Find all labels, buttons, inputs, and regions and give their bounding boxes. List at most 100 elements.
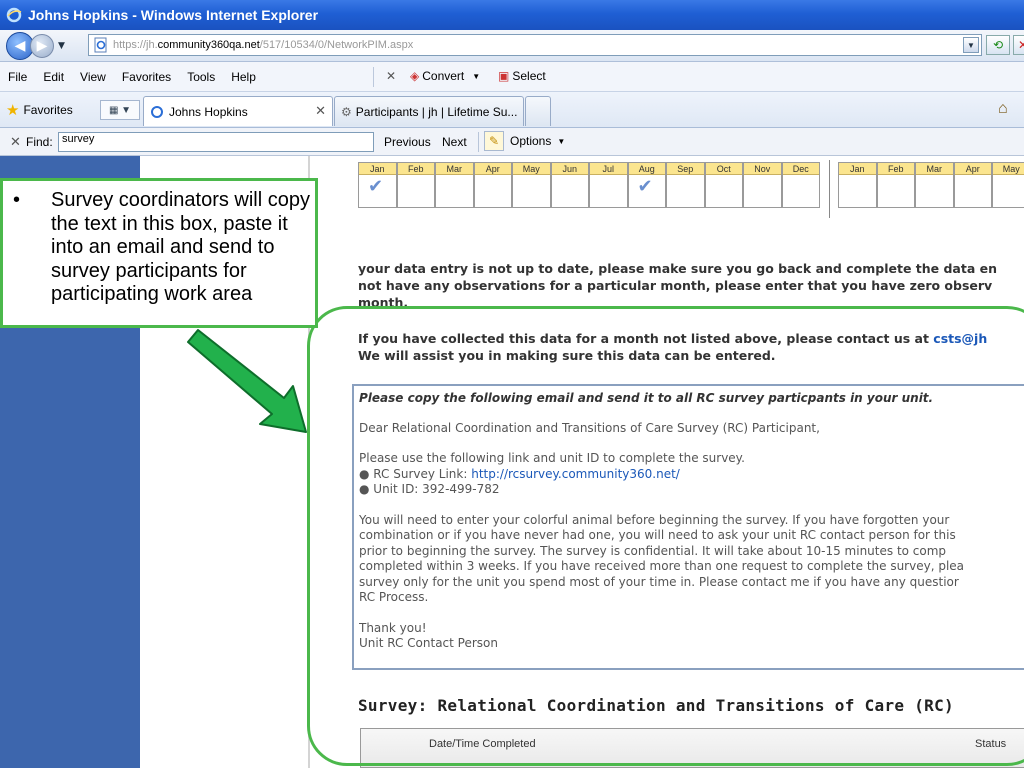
month-label: Nov: [744, 163, 781, 175]
find-previous-button[interactable]: Previous: [384, 135, 431, 149]
email-body-3: prior to beginning the survey. The surve…: [359, 543, 947, 558]
year1-month-cell[interactable]: Oct: [704, 162, 743, 208]
year1-month-cell[interactable]: Sep: [666, 162, 705, 208]
month-label: Jan: [359, 163, 396, 175]
month-label: Jun: [551, 163, 588, 175]
new-tab-button[interactable]: [525, 96, 551, 126]
email-intro: Please use the following link and unit I…: [359, 451, 745, 465]
favorites-label: Favorites: [23, 103, 73, 117]
menu-edit[interactable]: Edit: [35, 70, 72, 84]
annotation-callout: • Survey coordinators will copy the text…: [0, 178, 318, 328]
email-body-5: survey only for the unit you spend most …: [359, 574, 959, 589]
contact-email-link[interactable]: csts@jh: [933, 331, 987, 346]
gear-icon: ⚙: [341, 104, 352, 119]
year1-month-cell[interactable]: Jan ✔: [358, 162, 397, 208]
survey-link[interactable]: http://rcsurvey.community360.net/: [471, 467, 680, 481]
star-icon: ★: [6, 102, 20, 119]
menu-view[interactable]: View: [72, 70, 114, 84]
menu-separator: [373, 67, 374, 87]
year2-month-cell[interactable]: Apr: [953, 162, 992, 208]
year1-month-cell[interactable]: Nov: [743, 162, 782, 208]
year2-month-cell[interactable]: May: [992, 162, 1024, 208]
menu-file[interactable]: File: [0, 70, 35, 84]
find-next-button[interactable]: Next: [442, 135, 467, 149]
tab-label: Participants | jh | Lifetime Su...: [355, 104, 518, 119]
close-toolbar-icon[interactable]: ✕: [386, 69, 396, 83]
year2-month-cell[interactable]: Feb: [876, 162, 915, 208]
menu-help[interactable]: Help: [223, 70, 264, 84]
stop-button[interactable]: ✕: [1013, 35, 1024, 55]
find-value: survey: [62, 133, 95, 145]
email-body-2: combination or if you have never had one…: [359, 528, 956, 542]
url-dropdown-button[interactable]: ▼: [963, 37, 979, 53]
month-label: Aug: [628, 163, 665, 175]
find-bar: ✕ Find: survey Previous Next ✎ Options ▼: [0, 128, 1024, 156]
month-label: Mar: [436, 163, 473, 175]
column-date-completed[interactable]: Date/Time Completed: [429, 738, 536, 750]
title-bar: Johns Hopkins - Windows Internet Explore…: [0, 0, 1024, 30]
menu-bar: File Edit View Favorites Tools Help ✕ ◈ …: [0, 62, 1024, 92]
address-bar: ◀ ▶ ▼ https://jh. community360qa.net/517/…: [0, 30, 1024, 62]
month-label: Feb: [877, 163, 914, 175]
quick-tabs-button[interactable]: ▦ ▼: [100, 100, 140, 120]
survey-table-header: Date/Time Completed Status: [360, 728, 1024, 768]
year1-month-cell[interactable]: Feb: [396, 162, 435, 208]
year2-month-cell[interactable]: Mar: [915, 162, 954, 208]
grid-icon: ▦ ▼: [108, 104, 132, 116]
ie-page-icon: [151, 105, 163, 118]
year1-month-cell[interactable]: Dec: [781, 162, 820, 208]
history-dropdown-icon[interactable]: ▼: [58, 41, 65, 51]
notice-line-5: We will assist you in making sure this d…: [358, 348, 776, 363]
favorites-button[interactable]: ★ Favorites: [6, 101, 73, 119]
month-label: May: [993, 163, 1024, 175]
window-title: Johns Hopkins - Windows Internet Explore…: [28, 7, 319, 23]
month-label: Jan: [839, 163, 876, 175]
menu-favorites[interactable]: Favorites: [114, 70, 179, 84]
notice-line-4-text: If you have collected this data for a mo…: [358, 331, 934, 346]
email-template-box[interactable]: Please copy the following email and send…: [352, 384, 1024, 670]
url-input[interactable]: https://jh. community360qa.net/517/10534/…: [88, 34, 982, 56]
year1-month-cell[interactable]: Jun: [550, 162, 589, 208]
month-grid-year2: Jan Feb Mar Apr May: [838, 162, 1024, 208]
month-grid-separator: [829, 160, 830, 218]
url-prefix: https://jh.: [113, 39, 158, 51]
year1-month-cell[interactable]: Apr: [473, 162, 512, 208]
highlight-icon[interactable]: ✎: [484, 131, 504, 151]
back-arrow-icon: ◀: [14, 37, 26, 54]
chevron-down-icon: ▼: [967, 40, 975, 50]
column-status[interactable]: Status: [975, 738, 1006, 750]
notice-line-2: not have any observations for a particul…: [358, 278, 993, 293]
forward-button[interactable]: ▶: [30, 33, 54, 58]
year1-month-cell[interactable]: Jul: [589, 162, 628, 208]
callout-bullet: •: [13, 189, 21, 211]
year1-month-cell[interactable]: May: [512, 162, 551, 208]
year1-month-cell[interactable]: Mar: [435, 162, 474, 208]
refresh-button[interactable]: ⟲: [986, 35, 1010, 55]
arrow-icon: [187, 329, 307, 433]
url-host: community360qa.net: [157, 39, 260, 51]
convert-button[interactable]: ◈ Convert ▼: [410, 69, 480, 83]
email-headline: Please copy the following email and send…: [359, 391, 934, 405]
month-label: Mar: [916, 163, 953, 175]
tab-johns-hopkins[interactable]: Johns Hopkins ✕: [143, 96, 333, 126]
find-input[interactable]: survey: [58, 132, 374, 152]
close-find-icon[interactable]: ✕: [10, 134, 21, 150]
year1-month-cell[interactable]: Aug ✔: [627, 162, 666, 208]
home-icon[interactable]: ⌂: [998, 100, 1008, 118]
survey-title: Survey: Relational Coordination and Tran…: [358, 696, 954, 715]
month-label: Feb: [397, 163, 434, 175]
forward-arrow-icon: ▶: [36, 37, 48, 54]
close-tab-icon[interactable]: ✕: [315, 103, 326, 119]
tab-participants[interactable]: ⚙ Participants | jh | Lifetime Su...: [334, 96, 524, 126]
menu-tools[interactable]: Tools: [179, 70, 223, 84]
select-button[interactable]: ▣ Select: [498, 69, 546, 83]
year2-month-cell[interactable]: Jan: [838, 162, 877, 208]
find-options-button[interactable]: ✎ Options ▼: [484, 131, 565, 151]
callout-text: Survey coordinators will copy the text i…: [51, 189, 310, 305]
month-label: Apr: [474, 163, 511, 175]
select-label: Select: [512, 69, 546, 83]
tab-label: Johns Hopkins: [169, 104, 248, 119]
select-icon: ▣: [498, 69, 510, 83]
find-separator: [478, 132, 479, 152]
page-icon: [94, 37, 107, 53]
